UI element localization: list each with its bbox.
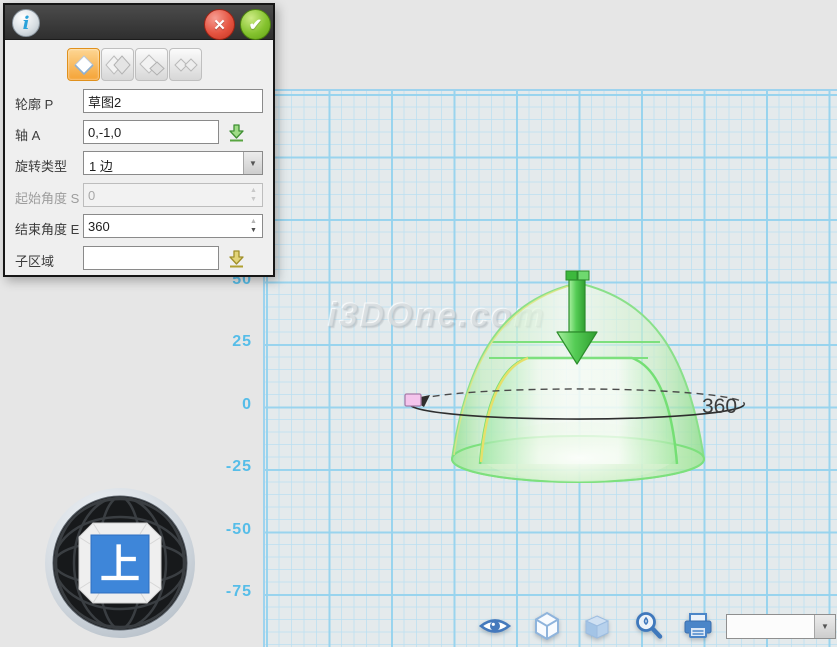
mode-button-offset-diamond-icon[interactable]	[135, 48, 168, 81]
start-angle-field: ▲ ▼	[83, 183, 263, 207]
axis-label: 轴 A	[15, 125, 40, 144]
view-cube-top-face[interactable]: 上	[79, 523, 161, 603]
subregion-field[interactable]	[83, 246, 219, 270]
rotation-type-label: 旋转类型	[15, 156, 67, 175]
rotation-type-dropdown[interactable]: 1 边 ▼	[83, 151, 263, 175]
viewport-grid-canvas[interactable]	[263, 89, 837, 647]
print-icon[interactable]	[681, 609, 715, 643]
axis-tick-n25: -25	[182, 458, 252, 476]
subregion-label: 子区域	[15, 251, 54, 270]
info-icon[interactable]: i	[12, 9, 40, 37]
start-angle-spinner-icon: ▲ ▼	[247, 185, 260, 205]
profile-input[interactable]	[84, 90, 262, 112]
mode-button-single-diamond-icon[interactable]	[67, 48, 100, 81]
zoom-icon[interactable]	[632, 609, 666, 643]
dropdown-arrow-icon[interactable]: ▼	[814, 615, 835, 638]
view-preset-dropdown[interactable]: ▼	[726, 614, 836, 639]
profile-field[interactable]	[83, 89, 263, 113]
rotation-type-value: 1 边	[89, 156, 113, 175]
axis-input[interactable]	[84, 121, 218, 143]
axis-tick-25: 25	[182, 333, 252, 351]
axis-tick-0: 0	[182, 396, 252, 414]
pick-axis-arrow-icon[interactable]	[227, 123, 246, 142]
confirm-button[interactable]: ✔	[240, 9, 271, 40]
revolve-dialog: i ✕ ✔	[3, 3, 275, 277]
dropdown-arrow-icon[interactable]: ▼	[243, 152, 262, 174]
start-angle-input	[84, 184, 262, 206]
visibility-icon[interactable]	[478, 609, 512, 643]
mode-button-double-diamond-icon[interactable]	[101, 48, 134, 81]
end-angle-spinner-icon[interactable]: ▲ ▼	[247, 216, 260, 236]
profile-label: 轮廓 P	[15, 94, 53, 113]
pick-subregion-arrow-icon[interactable]	[227, 249, 246, 268]
cad-app-window: 50 25 0 -25 -50 -75 i3DOne.com	[0, 0, 837, 647]
subregion-input[interactable]	[84, 247, 218, 269]
end-angle-input[interactable]	[84, 215, 262, 237]
start-angle-label: 起始角度 S	[15, 188, 79, 207]
watermark-text: i3DOne.com	[328, 297, 546, 336]
view-cube-navigator[interactable]: 上	[42, 486, 198, 642]
cancel-button[interactable]: ✕	[204, 9, 235, 40]
wireframe-cube-icon[interactable]	[530, 609, 564, 643]
axis-field[interactable]	[83, 120, 219, 144]
view-cube-face-label: 上	[100, 543, 140, 587]
revolve-mode-toolbar	[67, 48, 202, 81]
end-angle-field[interactable]: ▲ ▼	[83, 214, 263, 238]
end-angle-label: 结束角度 E	[15, 219, 79, 238]
mode-button-small-pair-diamond-icon[interactable]	[169, 48, 202, 81]
solid-cube-icon[interactable]	[580, 609, 614, 643]
